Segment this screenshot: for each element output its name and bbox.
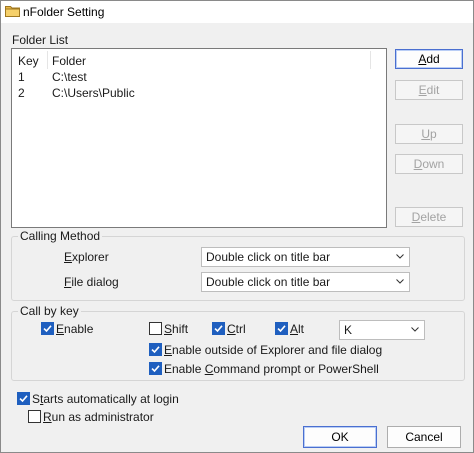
edit-button-label: dit: [426, 83, 440, 97]
file-dialog-label: File dialog: [64, 275, 119, 289]
add-button-label: dd: [426, 52, 440, 66]
checkmark-icon: [43, 325, 52, 333]
folder-list[interactable]: Key Folder 1 C:\test 2 C:\Users\Public: [11, 48, 387, 228]
row-key: 2: [18, 86, 25, 100]
up-button-label: p: [429, 127, 437, 141]
file-dialog-method-select[interactable]: Double click on title bar: [201, 272, 410, 292]
column-header-key[interactable]: Key: [18, 54, 39, 68]
enable-label-text: nable: [64, 322, 94, 336]
chevron-down-icon: [396, 254, 404, 259]
column-separator: [370, 51, 371, 69]
folder-list-header: Key Folder: [12, 49, 384, 71]
hotkey-value: K: [344, 323, 353, 337]
run-as-admin-label-text: un as administrator: [51, 410, 154, 424]
startup-checkbox-label: Starts automatically at login: [32, 392, 179, 406]
row-folder: C:\Users\Public: [52, 86, 135, 100]
window-title: nFolder Setting: [23, 5, 105, 19]
checkmark-icon: [214, 325, 223, 333]
table-row[interactable]: 1 C:\test: [12, 69, 372, 85]
startup-label-pre: S: [32, 392, 41, 406]
enable-outside-label-text: nable outside of Explorer and file dialo…: [172, 343, 383, 357]
table-row[interactable]: 2 C:\Users\Public: [12, 85, 372, 101]
chevron-down-icon: [411, 327, 419, 332]
explorer-label-text: xplorer: [72, 250, 109, 264]
down-button-label: own: [422, 157, 445, 171]
enable-command-prompt-checkbox-label: Enable Command prompt or PowerShell: [164, 362, 379, 376]
checkmark-icon: [277, 325, 286, 333]
ctrl-label-text: trl: [235, 322, 246, 336]
folder-icon: [5, 6, 20, 17]
hotkey-select[interactable]: K: [339, 320, 425, 340]
explorer-label-accelerator: E: [64, 250, 73, 264]
enable-outside-checkbox[interactable]: [149, 343, 162, 356]
shift-label-accelerator: S: [164, 322, 173, 336]
chevron-down-icon: [396, 279, 404, 284]
file-dialog-label-text: ile dialog: [71, 275, 119, 289]
down-button[interactable]: Down: [395, 154, 463, 174]
add-button[interactable]: Add: [395, 49, 463, 69]
alt-label-accelerator: A: [290, 322, 299, 336]
cancel-button[interactable]: Cancel: [387, 426, 461, 448]
enable-command-prompt-label-text: ommand prompt or PowerShell: [213, 362, 379, 376]
edit-button[interactable]: Edit: [395, 80, 463, 100]
ctrl-checkbox[interactable]: [212, 322, 225, 335]
call-by-key-title: Call by key: [18, 304, 81, 318]
enable-checkbox-label: Enable: [56, 322, 93, 336]
checkmark-icon: [19, 395, 28, 403]
delete-button-accelerator: D: [411, 210, 421, 224]
run-as-admin-checkbox[interactable]: [28, 410, 41, 423]
folder-list-label: Folder List: [12, 33, 69, 47]
run-as-admin-label-accelerator: R: [43, 410, 52, 424]
run-as-admin-checkbox-label: Run as administrator: [43, 410, 154, 424]
title-bar: nFolder Setting: [1, 1, 473, 23]
checkmark-icon: [151, 346, 160, 354]
up-button-accelerator: U: [421, 127, 430, 141]
alt-label-text: lt: [298, 322, 305, 336]
ok-button[interactable]: OK: [303, 426, 377, 448]
checkmark-icon: [151, 365, 160, 373]
alt-checkbox[interactable]: [275, 322, 288, 335]
delete-button[interactable]: Delete: [395, 207, 463, 227]
enable-outside-label-accelerator: E: [164, 343, 173, 357]
row-folder: C:\test: [52, 70, 87, 84]
ctrl-checkbox-label: Ctrl: [227, 322, 246, 336]
alt-checkbox-label: Alt: [290, 322, 304, 336]
enable-command-prompt-label-pre: Enable: [164, 362, 205, 376]
startup-checkbox[interactable]: [17, 392, 30, 405]
column-separator: [47, 51, 48, 69]
enable-checkbox[interactable]: [41, 322, 54, 335]
shift-checkbox[interactable]: [149, 322, 162, 335]
startup-label-text: arts automatically at login: [43, 392, 179, 406]
file-dialog-method-value: Double click on title bar: [206, 275, 331, 289]
column-header-folder[interactable]: Folder: [52, 54, 86, 68]
dialog-window: nFolder Setting Folder List Key Folder 1…: [0, 0, 474, 453]
ctrl-label-accelerator: C: [227, 322, 236, 336]
edit-button-accelerator: E: [418, 83, 427, 97]
enable-outside-checkbox-label: Enable outside of Explorer and file dial…: [164, 343, 382, 357]
row-key: 1: [18, 70, 25, 84]
shift-label-text: hift: [172, 322, 189, 336]
shift-checkbox-label: Shift: [164, 322, 188, 336]
explorer-method-select[interactable]: Double click on title bar: [201, 247, 410, 267]
calling-method-title: Calling Method: [18, 229, 103, 243]
enable-label-accelerator: E: [56, 322, 65, 336]
explorer-method-value: Double click on title bar: [206, 250, 331, 264]
up-button[interactable]: Up: [395, 124, 463, 144]
delete-button-label: elete: [420, 210, 447, 224]
enable-command-prompt-checkbox[interactable]: [149, 362, 162, 375]
explorer-label: Explorer: [64, 250, 109, 264]
